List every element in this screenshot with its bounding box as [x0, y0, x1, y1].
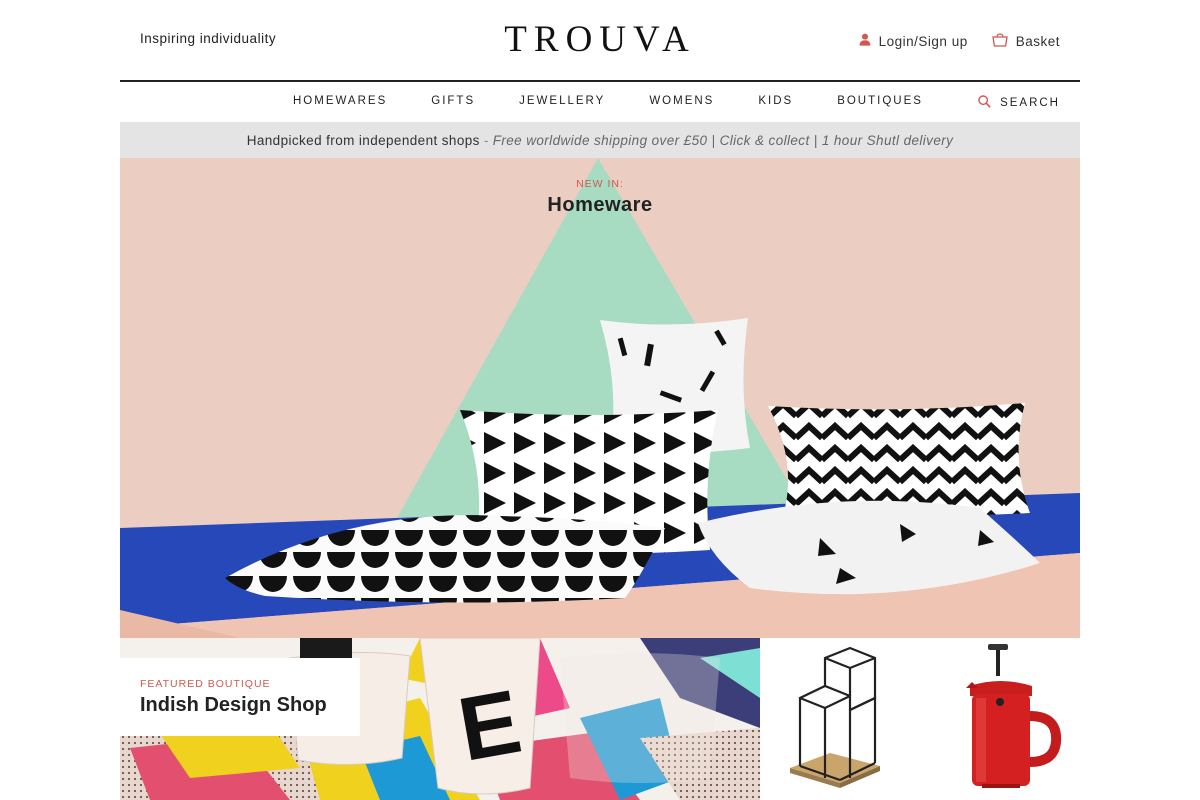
search-icon	[978, 95, 1000, 111]
basket-link[interactable]: Basket	[991, 32, 1060, 50]
featured-boutique-card: FEATURED BOUTIQUE Indish Design Shop	[120, 658, 360, 736]
nav-item-boutiques[interactable]: BOUTIQUES	[837, 95, 923, 107]
basket-label: Basket	[1015, 33, 1060, 49]
search-label: SEARCH	[1000, 97, 1060, 109]
promo-offers-text: Free worldwide shipping over £50 | Click…	[492, 132, 954, 148]
nav-item-homewares[interactable]: HOMEWARES	[293, 95, 387, 107]
hero-image	[120, 158, 1080, 638]
nav-item-kids[interactable]: KIDS	[758, 95, 793, 107]
login-link[interactable]: Login/Sign up	[859, 33, 968, 49]
account-links: Login/Sign up Basket	[859, 32, 1060, 50]
nav-list: HOMEWARES GIFTS JEWELLERY WOMENS KIDS BO…	[293, 95, 923, 107]
product-card-tower[interactable]	[760, 638, 920, 800]
product-card-press[interactable]	[920, 638, 1080, 800]
hero-banner-homeware[interactable]: NEW IN: Homeware	[120, 158, 1080, 638]
product-image-tower	[760, 638, 920, 800]
product-grid	[760, 638, 1080, 800]
site-header: Inspiring individuality TROUVA Login/Sig…	[120, 0, 1080, 80]
user-icon	[859, 33, 879, 49]
hero-eyebrow: NEW IN:	[576, 178, 624, 190]
featured-boutique-eyebrow: FEATURED BOUTIQUE	[140, 678, 271, 690]
product-image-french-press	[920, 638, 1080, 800]
hero-caption: NEW IN: Homeware	[120, 178, 1080, 217]
promo-main-text: Handpicked from independent shops	[246, 132, 480, 148]
nav-item-gifts[interactable]: GIFTS	[431, 95, 475, 107]
nav-item-womens[interactable]: WOMENS	[649, 95, 714, 107]
promo-separator: -	[483, 132, 489, 148]
search-button[interactable]: SEARCH	[978, 95, 1060, 111]
hero-title: Homeware	[547, 194, 653, 216]
promo-banner: Handpicked from independent shops - Free…	[120, 122, 1080, 158]
featured-boutique-banner[interactable]: E FEATURED BOUTIQUE Indish Design Shop	[120, 638, 760, 800]
featured-boutique-title: Indish Design Shop	[140, 694, 327, 716]
nav-item-jewellery[interactable]: JEWELLERY	[519, 95, 605, 107]
login-label: Login/Sign up	[878, 33, 968, 49]
main-nav: HOMEWARES GIFTS JEWELLERY WOMENS KIDS BO…	[120, 82, 1080, 122]
basket-icon	[991, 32, 1016, 50]
